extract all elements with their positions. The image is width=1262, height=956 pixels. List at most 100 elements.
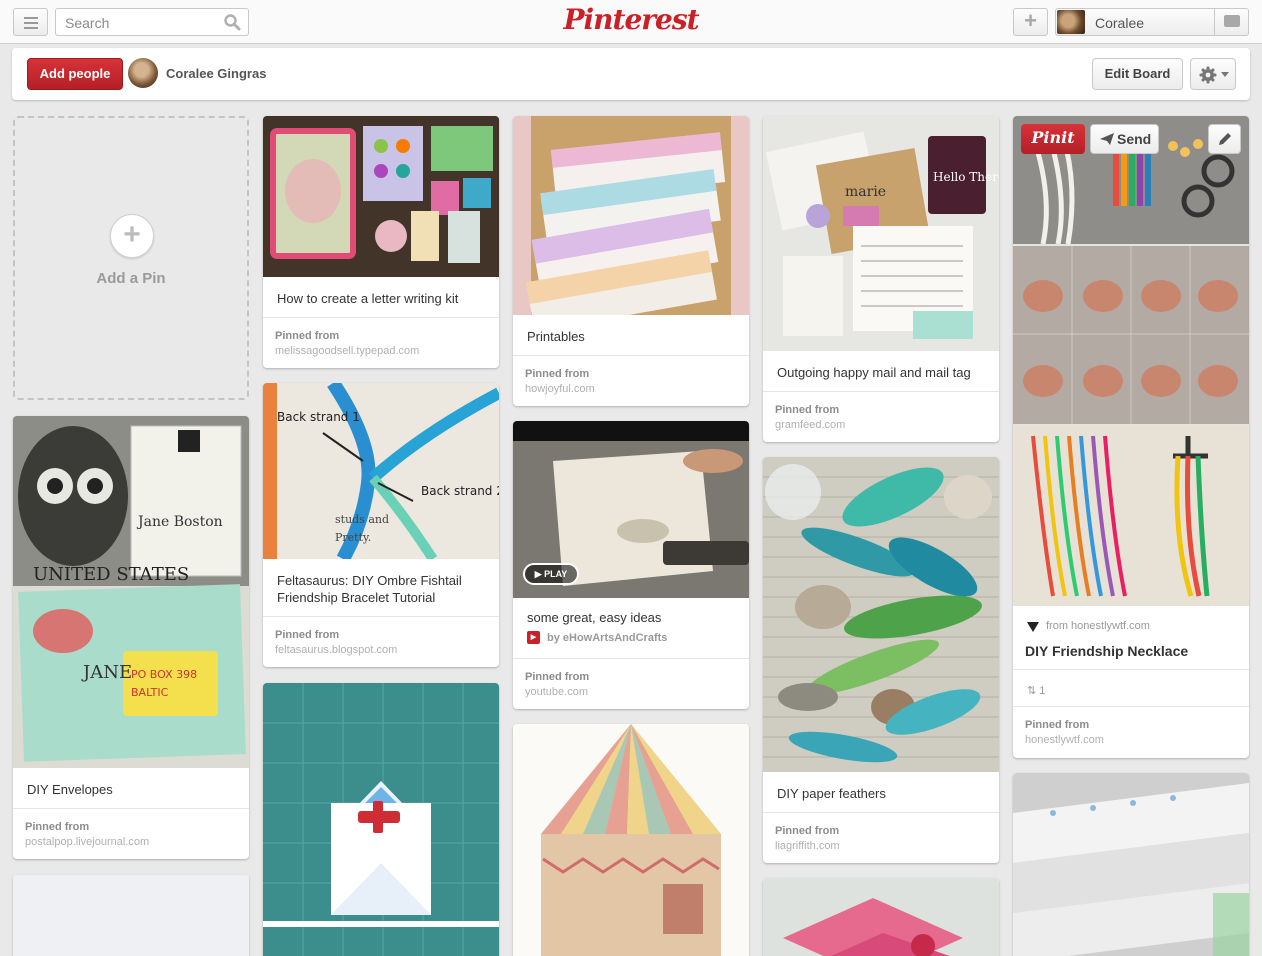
menu-icon	[24, 17, 38, 19]
pin-source[interactable]: howjoyful.com	[525, 383, 595, 395]
pin-card[interactable]	[763, 878, 999, 956]
pin-it-button[interactable]: Pinit	[1021, 124, 1085, 154]
pin-byline[interactable]: by eHowArtsAndCrafts	[547, 632, 667, 644]
edit-board-button[interactable]: Edit Board	[1092, 58, 1183, 90]
pinned-from-label: Pinned from	[275, 330, 340, 342]
pin-description: Outgoing happy mail and mail tag	[777, 365, 971, 380]
pin-card[interactable]: Back strand 1 Back strand 2 studs and Pr…	[263, 383, 499, 667]
pin-image[interactable]	[763, 878, 999, 956]
pin-card[interactable]: Pinit Send from honestlywtf.com DIY Frie…	[1013, 116, 1249, 758]
notifications-button[interactable]	[1214, 9, 1248, 35]
add-people-button[interactable]: Add people	[27, 58, 123, 90]
board-toolbar: Add people Coralee Gingras Edit Board	[12, 48, 1250, 100]
edit-pin-button[interactable]	[1208, 124, 1241, 154]
pinned-from-label: Pinned from	[775, 404, 840, 416]
pin-description: How to create a letter writing kit	[277, 291, 459, 306]
menu-button[interactable]	[13, 8, 48, 36]
pin-card[interactable]: ▶ PLAY some great, easy ideas ▶ by eHowA…	[513, 421, 749, 709]
divider	[1013, 706, 1249, 707]
svg-text:Back strand 1: Back strand 1	[277, 410, 360, 424]
pin-image[interactable]	[263, 116, 499, 277]
pin-image[interactable]	[1013, 116, 1249, 606]
pin-image[interactable]	[763, 457, 999, 772]
user-name: Coralee	[1095, 15, 1145, 31]
pin-description: DIY Envelopes	[27, 782, 113, 797]
add-pin-label: Add a Pin	[96, 270, 166, 287]
pin-card[interactable]	[263, 683, 499, 956]
repin-count: ⇅ 1	[1027, 684, 1045, 697]
avatar	[1057, 10, 1085, 34]
pinned-from-label: Pinned from	[275, 629, 340, 641]
plus-icon: +	[1024, 8, 1037, 33]
send-icon	[1100, 133, 1114, 145]
pin-image[interactable]	[513, 724, 749, 956]
divider	[513, 658, 749, 659]
send-label: Send	[1117, 131, 1152, 147]
message-icon	[1224, 15, 1240, 27]
board-settings-button[interactable]	[1190, 58, 1236, 90]
pin-source[interactable]: gramfeed.com	[775, 419, 845, 431]
pin-card[interactable]: marie Hello There Outgoing happy mail an…	[763, 116, 999, 442]
pin-image[interactable]	[513, 116, 749, 315]
chevron-down-icon	[1221, 72, 1229, 77]
play-label: PLAY	[544, 569, 568, 579]
user-menu[interactable]: Coralee	[1055, 8, 1249, 36]
play-icon: ▶	[534, 569, 545, 579]
pin-card[interactable]: DIY paper feathers Pinned from liagriffi…	[763, 457, 999, 863]
pin-source[interactable]: melissagoodsell.typepad.com	[275, 345, 419, 357]
divider	[1013, 669, 1249, 670]
pencil-icon	[1219, 133, 1231, 145]
pin-source[interactable]: youtube.com	[525, 686, 588, 698]
pin-source[interactable]: feltasaurus.blogspot.com	[275, 644, 397, 656]
pin-image[interactable]: Back strand 1 Back strand 2 studs and Pr…	[263, 383, 499, 559]
svg-text:UNITED STATES: UNITED STATES	[33, 564, 189, 585]
pin-title[interactable]: DIY Friendship Necklace	[1025, 643, 1188, 659]
divider	[263, 317, 499, 318]
pinned-from-label: Pinned from	[775, 825, 840, 837]
owner-name[interactable]: Coralee Gingras	[166, 66, 266, 81]
owner-avatar[interactable]	[128, 58, 158, 88]
repin-icon: ⇅	[1027, 685, 1040, 697]
pin-image[interactable]: Jane Boston UNITED STATES JANE PO BOX 39…	[13, 416, 249, 768]
svg-text:Jane Boston: Jane Boston	[136, 514, 223, 530]
gear-icon	[1199, 66, 1217, 84]
search-input[interactable]	[65, 14, 215, 32]
divider	[763, 391, 999, 392]
pin-source[interactable]: liagriffith.com	[775, 840, 840, 852]
svg-text:Back strand 2: Back strand 2	[421, 484, 499, 498]
pin-image[interactable]	[263, 683, 499, 956]
svg-text:JANE: JANE	[81, 662, 132, 683]
play-button[interactable]: ▶ PLAY	[523, 563, 579, 585]
svg-text:Pretty.: Pretty.	[335, 531, 371, 544]
source-site[interactable]: from honestlywtf.com	[1046, 620, 1150, 632]
pin-card[interactable]	[13, 875, 249, 956]
pin-image[interactable]: marie Hello There	[763, 116, 999, 351]
pin-card[interactable]: How to create a letter writing kit Pinne…	[263, 116, 499, 368]
pin-source[interactable]: honestlywtf.com	[1025, 734, 1104, 746]
pin-description: Feltasaurus: DIY Ombre Fishtail Friendsh…	[277, 573, 462, 605]
pinned-from-label: Pinned from	[525, 671, 590, 683]
svg-text:Hello There: Hello There	[933, 170, 999, 184]
pin-source[interactable]: postalpop.livejournal.com	[25, 836, 149, 848]
pinterest-logo[interactable]: Pinterest	[560, 3, 702, 41]
pin-image[interactable]	[13, 875, 249, 956]
pin-card[interactable]: Jane Boston UNITED STATES JANE PO BOX 39…	[13, 416, 249, 859]
repin-count-value: 1	[1039, 685, 1046, 697]
add-pin-header-button[interactable]: +	[1013, 8, 1048, 36]
svg-text:marie: marie	[845, 184, 886, 200]
pin-card[interactable]	[513, 724, 749, 956]
pin-description: Printables	[527, 329, 585, 344]
send-button[interactable]: Send	[1090, 124, 1159, 154]
pin-image[interactable]	[1013, 773, 1249, 956]
top-header: Pinterest + Coralee	[0, 0, 1262, 44]
pin-card[interactable]	[1013, 773, 1249, 956]
pinned-from-label: Pinned from	[25, 821, 90, 833]
search-icon[interactable]	[223, 13, 241, 31]
pin-description: DIY paper feathers	[777, 786, 886, 801]
add-pin-tile[interactable]: + Add a Pin	[13, 116, 249, 400]
divider	[513, 355, 749, 356]
youtube-icon: ▶	[527, 631, 540, 644]
svg-text:BALTIC: BALTIC	[131, 686, 169, 699]
pin-card[interactable]: Printables Pinned from howjoyful.com	[513, 116, 749, 406]
divider	[763, 812, 999, 813]
